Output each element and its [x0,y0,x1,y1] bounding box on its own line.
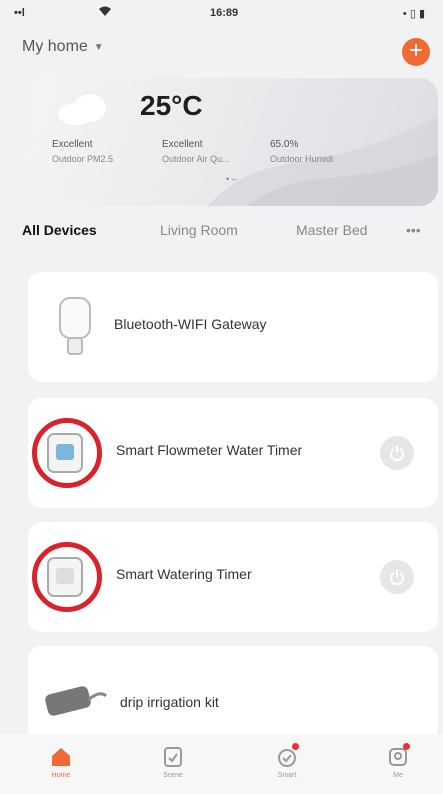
power-button[interactable] [380,560,414,594]
weather-stat-humidity: 65.0% Outdoor Humidi [270,138,333,166]
device-card-drip-irrigation[interactable]: drip irrigation kit [28,646,438,742]
weather-card[interactable]: 25°C Excellent Outdoor PM2.5 Excellent O… [28,78,438,206]
device-card-watering-timer[interactable]: Smart Watering Timer [28,522,438,632]
nav-scene[interactable]: Scene [143,746,203,779]
tab-master-bedroom[interactable]: Master Bed [296,222,368,238]
device-card-flowmeter-timer[interactable]: Smart Flowmeter Water Timer [28,398,438,508]
status-bar: ••l 16:89 • ▯ ▮ [0,0,443,28]
stat-label: Outdoor Air Qu... [162,154,230,164]
stat-label: Outdoor Humidi [270,154,334,164]
bottom-nav: Home Scene Smart Me [0,734,443,794]
power-icon [390,570,404,585]
nav-label: Smart [277,772,297,779]
tab-all-devices[interactable]: All Devices [22,222,97,238]
highlight-circle [32,418,102,488]
device-name: Smart Flowmeter Water Timer [116,442,303,458]
device-card-gateway[interactable]: Bluetooth-WIFI Gateway [28,272,438,382]
smart-icon [275,743,299,768]
temperature-value: 25°C [140,90,203,121]
stat-value: Excellent [162,139,203,150]
device-name: Bluetooth-WIFI Gateway [114,316,267,332]
tab-living-room[interactable]: Living Room [160,222,238,238]
wifi-icon [98,5,112,20]
nav-me[interactable]: Me [368,743,428,779]
room-tabs: All Devices Living Room Master Bed ••• [22,222,442,244]
device-name: drip irrigation kit [120,694,219,710]
stat-value: Excellent [52,139,93,150]
power-icon [390,446,404,461]
home-icon [52,748,70,766]
chevron-down-icon: ▼ [93,41,104,53]
cloud-icon [58,94,106,125]
add-device-button[interactable]: + [402,38,430,66]
status-time: 16:89 [210,7,239,19]
gateway-icon [59,297,91,355]
weather-pager: • – [226,174,237,184]
home-name: My home [22,38,88,55]
nav-label: Home [51,772,71,779]
weather-stat-pm25: Excellent Outdoor PM2.5 [52,138,113,166]
nav-label: Me [393,772,403,779]
notification-badge [292,743,299,750]
drip-kit-icon [45,686,108,716]
notification-badge [403,743,410,750]
nav-smart[interactable]: Smart [257,743,317,779]
more-tabs-button[interactable]: ••• [406,222,421,238]
home-selector[interactable]: My home ▼ [22,38,104,56]
me-icon [386,743,410,768]
nav-home[interactable]: Home [31,746,91,779]
device-name: Smart Watering Timer [116,566,252,582]
signal-indicator: ••l [14,7,25,19]
nav-label: Scene [163,772,183,779]
weather-stat-air-quality: Excellent Outdoor Air Qu... [162,138,230,166]
scene-icon [164,747,182,767]
highlight-circle [32,542,102,612]
battery-icon: • ▯ ▮ [402,8,425,20]
stat-label: Outdoor PM2.5 [52,154,114,164]
power-button[interactable] [380,436,414,470]
stat-value: 65.0% [270,139,299,150]
